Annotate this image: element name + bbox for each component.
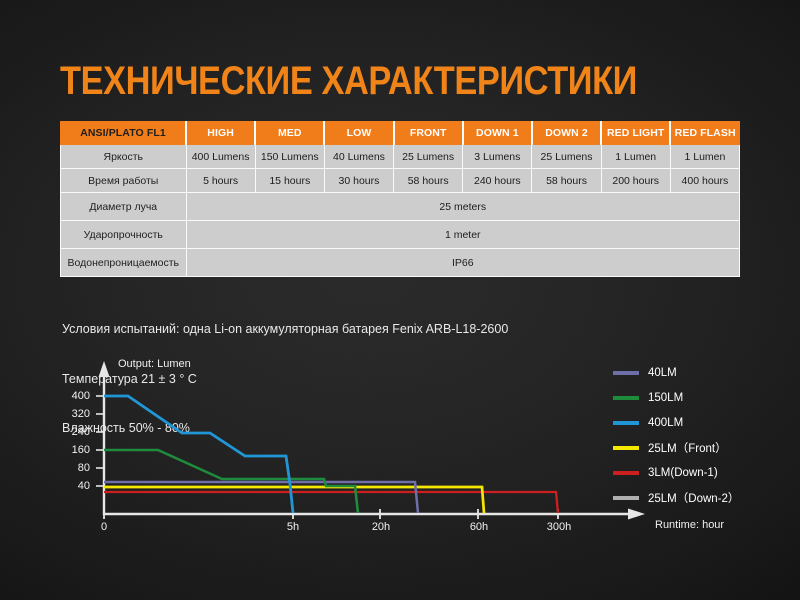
legend-item-150lm: 150LM [613, 385, 793, 410]
cell-impact-resistance-value: 1 meter [186, 221, 740, 249]
cell-brightness-low: 40 Lumens [324, 145, 393, 169]
cell-runtime-high: 5 hours [186, 169, 255, 193]
legend-swatch-40lm [613, 371, 639, 375]
chart-xtick-label-60h: 60h [462, 521, 496, 533]
table-header-cell-6: DOWN 2 [532, 122, 601, 145]
table-header-cell-0: ANSI/PLATO FL1 [61, 122, 187, 145]
chart-xtick-label-0: 0 [89, 521, 119, 533]
cell-runtime-redflash: 400 hours [670, 169, 739, 193]
table-row: Диаметр луча 25 meters [61, 193, 740, 221]
cell-brightness-down1: 3 Lumens [463, 145, 532, 169]
table-body: Яркость 400 Lumens 150 Lumens 40 Lumens … [61, 145, 740, 277]
chart-y-axis-label: Output: Lumen [118, 358, 191, 370]
row-label-waterproof: Водонепроницаемость [61, 249, 187, 277]
chart-x-axis-label: Runtime: hour [655, 519, 724, 531]
cell-runtime-low: 30 hours [324, 169, 393, 193]
legend-label-3lm-down1: 3LM(Down-1) [648, 467, 718, 479]
cell-brightness-front: 25 Lumens [394, 145, 463, 169]
table-header-cell-2: MED [255, 122, 324, 145]
legend-swatch-25lm-down2 [613, 496, 639, 500]
cell-brightness-redlight: 1 Lumen [601, 145, 670, 169]
table-row: Ударопрочность 1 meter [61, 221, 740, 249]
table-header-cell-7: RED LIGHT [601, 122, 670, 145]
chart-xtick-label-20h: 20h [364, 521, 398, 533]
page-title: ТЕХНИЧЕСКИЕ ХАРАКТЕРИСТИКИ [60, 59, 637, 103]
table-row: Яркость 400 Lumens 150 Lumens 40 Lumens … [61, 145, 740, 169]
legend-item-3lm-down1: 3LM(Down-1) [613, 460, 793, 485]
legend-item-400lm: 400LM [613, 410, 793, 435]
test-conditions-line-2: Температура 21 ± 3 ° C [62, 371, 508, 388]
cell-beam-distance-value: 25 meters [186, 193, 740, 221]
legend-swatch-150lm [613, 396, 639, 400]
table-row: Водонепроницаемость IP66 [61, 249, 740, 277]
series-40lm [104, 482, 418, 513]
row-label-runtime: Время работы [61, 169, 187, 193]
row-label-impact-resistance: Ударопрочность [61, 221, 187, 249]
legend-item-25lm-down2: 25LM（Down-2） [613, 485, 793, 510]
legend-label-40lm: 40LM [648, 367, 677, 379]
series-3lm-down1 [104, 492, 558, 513]
chart-ytick-label-80: 80 [56, 462, 90, 474]
row-label-brightness: Яркость [61, 145, 187, 169]
cell-brightness-down2: 25 Lumens [532, 145, 601, 169]
cell-brightness-redflash: 1 Lumen [670, 145, 739, 169]
table-header-cell-3: LOW [324, 122, 393, 145]
test-conditions-line-1: Условия испытаний: одна Li-on аккумулято… [62, 321, 508, 338]
chart-x-axis-arrowhead [628, 509, 645, 520]
legend-label-25lm-front: 25LM（Front） [648, 440, 727, 456]
cell-runtime-down2: 58 hours [532, 169, 601, 193]
legend-swatch-25lm-front [613, 446, 639, 450]
cell-runtime-down1: 240 hours [463, 169, 532, 193]
chart-ytick-label-240: 240 [56, 426, 90, 438]
chart-xtick-label-5h: 5h [278, 521, 308, 533]
chart-ytick-label-400: 400 [56, 390, 90, 402]
cell-brightness-high: 400 Lumens [186, 145, 255, 169]
table-header-cell-5: DOWN 1 [463, 122, 532, 145]
row-label-beam-distance: Диаметр луча [61, 193, 187, 221]
legend-label-400lm: 400LM [648, 417, 683, 429]
table-header: ANSI/PLATO FL1 HIGH MED LOW FRONT DOWN 1… [61, 122, 740, 145]
chart-x-ticks [104, 509, 558, 519]
specifications-table: ANSI/PLATO FL1 HIGH MED LOW FRONT DOWN 1… [60, 121, 740, 277]
test-conditions-line-3: Влажность 50% - 80% [62, 420, 508, 437]
chart-legend: 40LM 150LM 400LM 25LM（Front） 3LM(Down-1)… [613, 360, 793, 510]
table-header-cell-8: RED FLASH [670, 122, 739, 145]
table-header-row: ANSI/PLATO FL1 HIGH MED LOW FRONT DOWN 1… [61, 122, 740, 145]
cell-runtime-redlight: 200 hours [601, 169, 670, 193]
table-header-cell-1: HIGH [186, 122, 255, 145]
legend-label-25lm-down2: 25LM（Down-2） [648, 490, 739, 506]
legend-swatch-3lm-down1 [613, 471, 639, 475]
table-row: Время работы 5 hours 15 hours 30 hours 5… [61, 169, 740, 193]
legend-label-150lm: 150LM [648, 392, 683, 404]
cell-runtime-front: 58 hours [394, 169, 463, 193]
chart-ytick-label-160: 160 [56, 444, 90, 456]
legend-item-25lm-front: 25LM（Front） [613, 435, 793, 460]
chart-ytick-label-40: 40 [56, 480, 90, 492]
chart-xtick-label-300h: 300h [539, 521, 579, 533]
slide-canvas: ТЕХНИЧЕСКИЕ ХАРАКТЕРИСТИКИ ANSI/PLATO FL… [0, 0, 800, 600]
test-conditions-block: Условия испытаний: одна Li-on аккумулято… [62, 288, 508, 470]
series-25lm-front [104, 487, 484, 513]
legend-item-40lm: 40LM [613, 360, 793, 385]
legend-swatch-400lm [613, 421, 639, 425]
cell-brightness-med: 150 Lumens [255, 145, 324, 169]
table-header-cell-4: FRONT [394, 122, 463, 145]
cell-runtime-med: 15 hours [255, 169, 324, 193]
chart-ytick-label-320: 320 [56, 408, 90, 420]
cell-waterproof-value: IP66 [186, 249, 740, 277]
